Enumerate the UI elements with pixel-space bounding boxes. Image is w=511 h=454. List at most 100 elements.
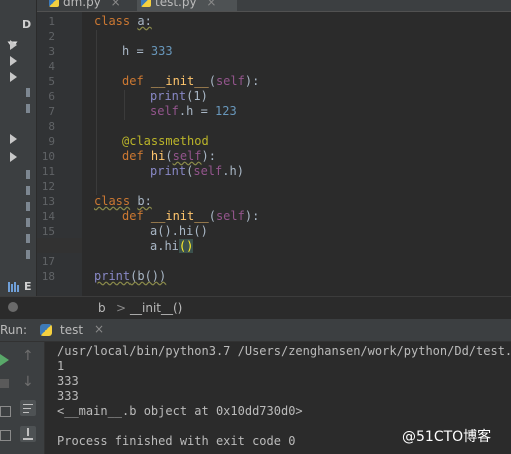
line-number: 6 — [48, 90, 55, 103]
code-line-10: def hi(self): — [122, 149, 216, 163]
line-number: 17 — [41, 255, 55, 268]
self-param: self — [215, 74, 245, 88]
line-number: 8 — [48, 120, 55, 133]
console-line: <__main__.b object at 0x10dd730d0> — [57, 404, 303, 418]
line-number: 10 — [41, 150, 55, 163]
tab-dm-py[interactable]: dm.py × — [45, 0, 135, 11]
breadcrumb-class[interactable]: b — [98, 301, 106, 315]
line-number: 13 — [41, 195, 55, 208]
code-line-9: @classmethod — [122, 134, 209, 148]
tree-arrow-icon[interactable] — [10, 56, 17, 66]
console-line: Process finished with exit code 0 — [57, 434, 296, 448]
code-line-11: print(self.h) — [150, 164, 244, 178]
line-number: 9 — [48, 135, 55, 148]
line-number-gutter[interactable]: 1 2 3 4 5 6 7 8 9 10 11 12 13 14 15 16 1… — [37, 12, 82, 296]
file-icon[interactable] — [26, 202, 30, 211]
self-param: self — [172, 149, 202, 163]
python-file-icon — [49, 0, 59, 7]
number-literal: 333 — [150, 44, 173, 58]
project-root-label[interactable]: D — [22, 18, 31, 31]
breadcrumb-method[interactable]: __init__() — [130, 301, 182, 315]
file-icon[interactable] — [26, 218, 30, 227]
class-name: a: — [137, 14, 152, 28]
line-number: 18 — [41, 270, 55, 283]
keyword: def — [122, 209, 151, 223]
watermark: @51CTO博客 — [402, 429, 492, 445]
close-icon[interactable]: × — [94, 322, 104, 336]
file-icon[interactable] — [26, 250, 30, 259]
tree-arrow-icon[interactable] — [10, 134, 17, 144]
scroll-to-end-icon[interactable] — [20, 426, 36, 442]
code-line-3: h = 333 — [122, 44, 173, 58]
keyword: class — [94, 194, 131, 208]
tab-label: dm.py — [63, 0, 101, 9]
paren: ): — [244, 209, 260, 223]
stop-icon[interactable] — [0, 379, 9, 388]
matched-paren: () — [178, 239, 194, 253]
code-editor[interactable]: class a: h = 333 def __init__(self): pri… — [82, 12, 511, 296]
function-name: __init__ — [150, 74, 209, 88]
run-label: Run: — [0, 323, 28, 337]
statement: a().hi() — [150, 224, 208, 238]
line-number: 3 — [48, 45, 55, 58]
self-ref: self — [150, 104, 179, 118]
file-icon[interactable] — [26, 104, 30, 113]
settings-icon[interactable] — [0, 430, 11, 441]
breadcrumb-separator: > — [116, 301, 127, 315]
run-config-tab[interactable]: test × — [36, 321, 108, 339]
statement: a.hi — [150, 239, 179, 253]
keyword: def — [122, 74, 151, 88]
indent-guide — [124, 90, 125, 120]
code-line-18: print(b()) — [94, 269, 166, 283]
console-line: 333 — [57, 374, 79, 388]
self-param: self — [215, 209, 245, 223]
args: (1) — [186, 89, 208, 103]
run-toolbar: ↑ ↓ — [0, 342, 45, 454]
line-number: 14 — [41, 210, 55, 223]
arrow-up-icon[interactable]: ↑ — [22, 348, 34, 364]
python-file-icon — [40, 324, 52, 336]
project-row-label[interactable]: E — [24, 280, 32, 293]
rerun-icon[interactable] — [0, 354, 9, 366]
python-file-icon — [141, 0, 151, 7]
tree-arrow-icon[interactable] — [10, 152, 17, 162]
keyword: class — [94, 14, 131, 28]
code-line-14: def __init__(self): — [122, 209, 259, 223]
console-line: /usr/local/bin/python3.7 /Users/zenghans… — [57, 344, 511, 358]
file-icon[interactable] — [26, 186, 30, 195]
file-icon[interactable] — [26, 234, 30, 243]
args: .h) — [222, 164, 244, 178]
console-line: 1 — [57, 359, 65, 373]
close-icon[interactable]: × — [206, 0, 216, 9]
tab-test-py[interactable]: test.py × — [137, 0, 237, 11]
code-line-6: print(1) — [150, 89, 208, 103]
code-line-16: a.hi() — [150, 239, 194, 253]
assignment: h = — [122, 44, 151, 58]
soft-wrap-icon[interactable] — [20, 400, 36, 416]
tree-arrow-icon[interactable] — [10, 72, 17, 82]
editor-tab-bar: dm.py × test.py × — [37, 0, 511, 12]
tree-arrow-icon[interactable] — [10, 40, 17, 50]
close-icon[interactable]: × — [111, 0, 121, 9]
args: (b()) — [130, 269, 167, 283]
structure-icon[interactable] — [8, 302, 18, 312]
builtin: print — [150, 164, 187, 178]
external-libraries-icon[interactable] — [8, 282, 20, 292]
layout-icon[interactable] — [0, 406, 11, 417]
arrow-down-icon[interactable]: ↓ — [22, 374, 34, 390]
function-name: hi — [150, 149, 166, 163]
file-icon[interactable] — [26, 170, 30, 179]
paren: ( — [208, 209, 216, 223]
code-line-1: class a: — [94, 14, 152, 28]
builtin: print — [94, 269, 131, 283]
project-panel: D E — [0, 0, 37, 296]
file-icon[interactable] — [26, 88, 30, 97]
code-line-15: a().hi() — [150, 224, 208, 238]
indent-guide — [96, 30, 97, 195]
line-number: 5 — [48, 75, 55, 88]
tab-label: test.py — [155, 0, 197, 9]
console-line: 333 — [57, 389, 79, 403]
decorator: @classmethod — [122, 134, 209, 148]
run-tool-header: Run: test × — [0, 319, 511, 342]
class-name: b: — [137, 194, 152, 208]
